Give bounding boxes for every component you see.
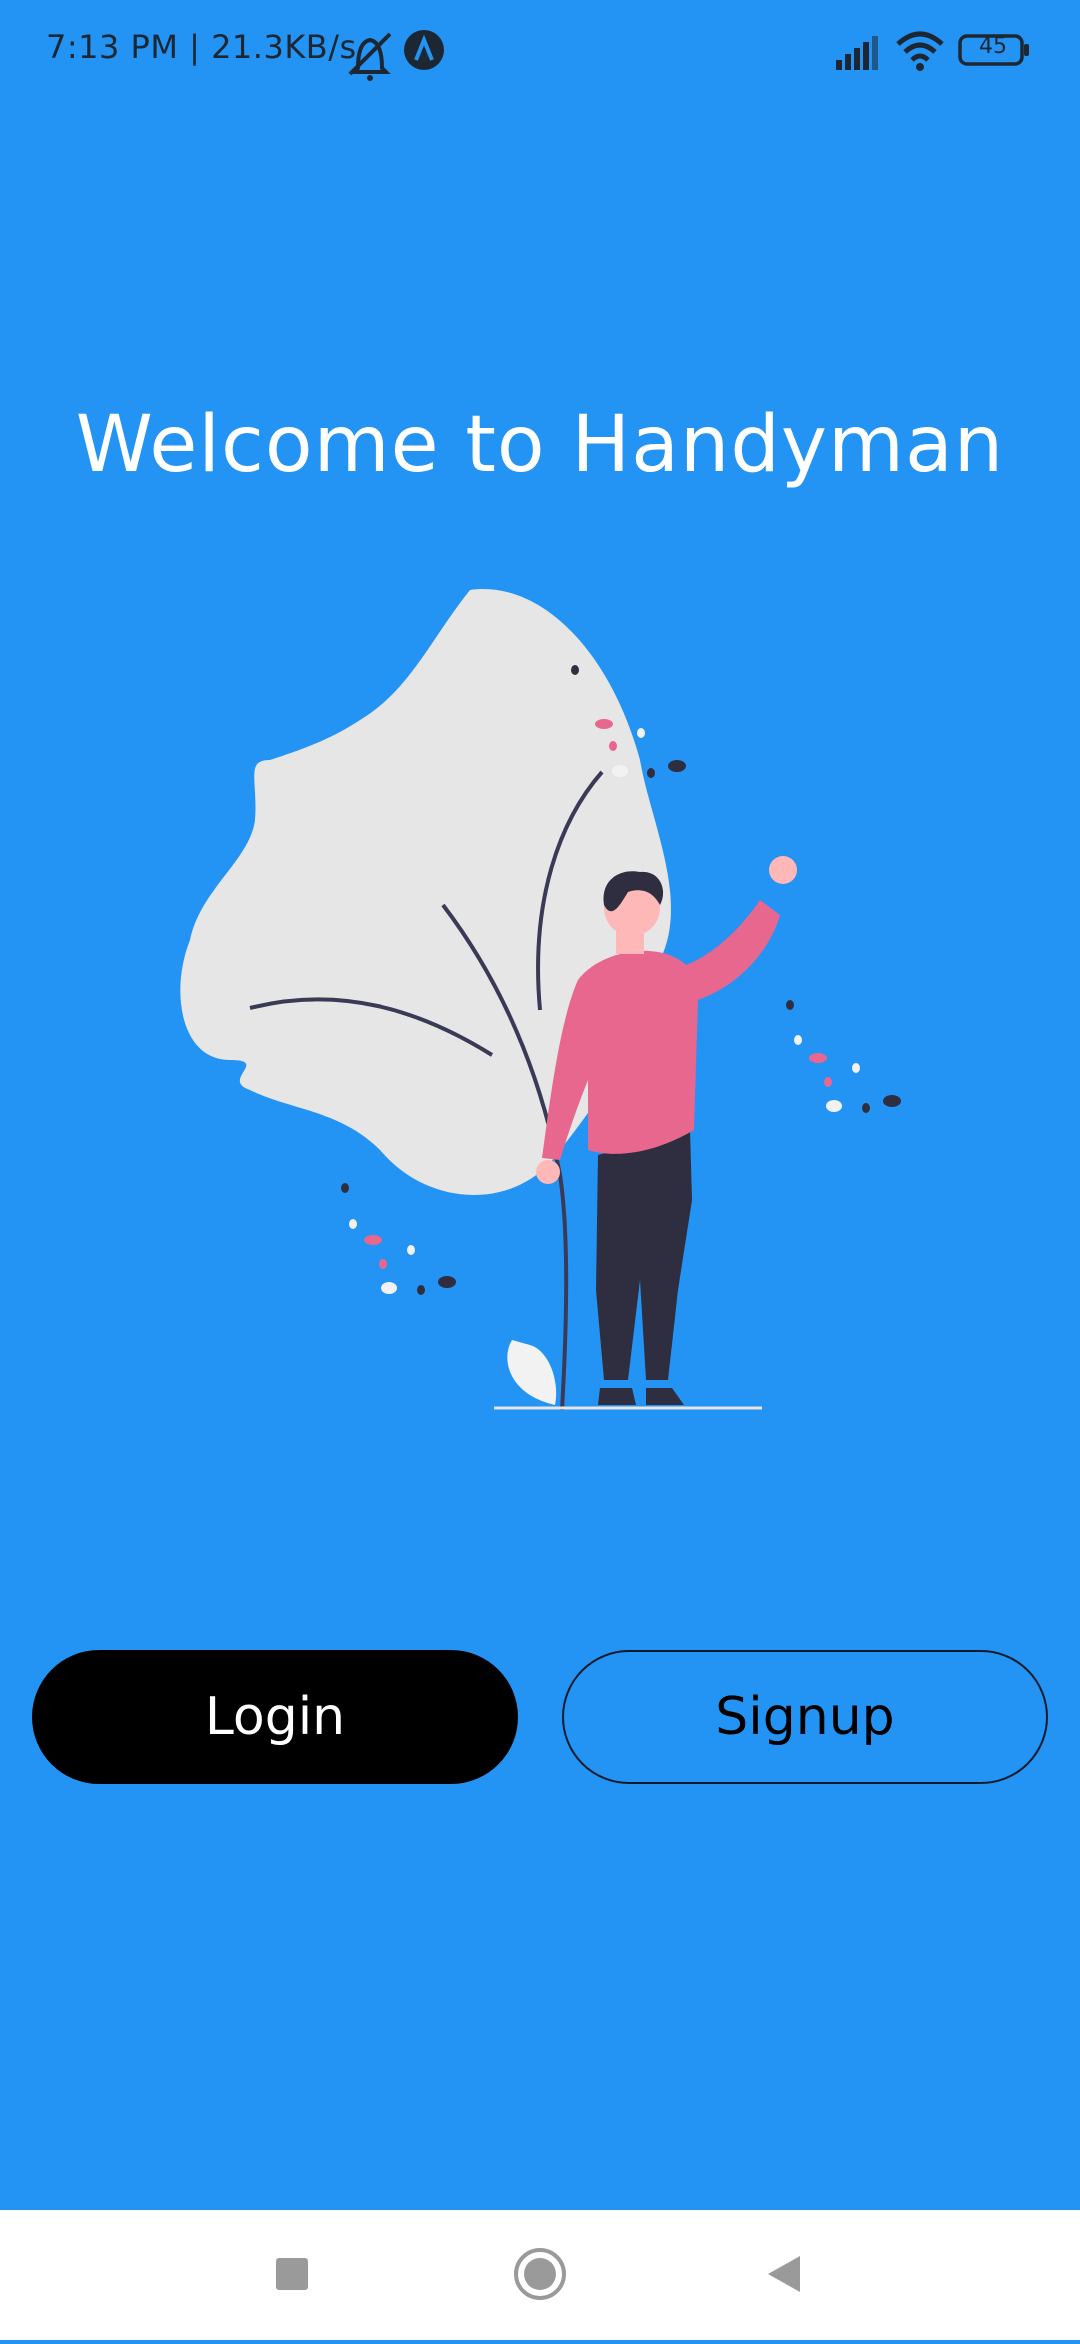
signup-button[interactable]: Signup — [562, 1650, 1048, 1784]
circle-home-icon[interactable] — [514, 2248, 566, 2300]
navigation-bar — [0, 2210, 1080, 2340]
status-bar: 7:13 PM | 21.3KB/s 45 — [0, 0, 1080, 100]
status-icons — [348, 30, 1029, 81]
signal-icon — [836, 36, 878, 70]
nav-icons — [276, 2248, 800, 2300]
welcome-illustration — [180, 589, 901, 1411]
back-triangle-icon[interactable] — [768, 2256, 800, 2292]
mute-icon — [348, 32, 392, 81]
app-a-icon — [404, 30, 444, 70]
square-icon[interactable] — [276, 2258, 308, 2290]
welcome-title: Welcome to Handyman — [75, 400, 1005, 490]
wifi-icon — [896, 31, 944, 71]
battery-level: 45 — [979, 34, 1007, 59]
login-button[interactable]: Login — [32, 1650, 518, 1784]
